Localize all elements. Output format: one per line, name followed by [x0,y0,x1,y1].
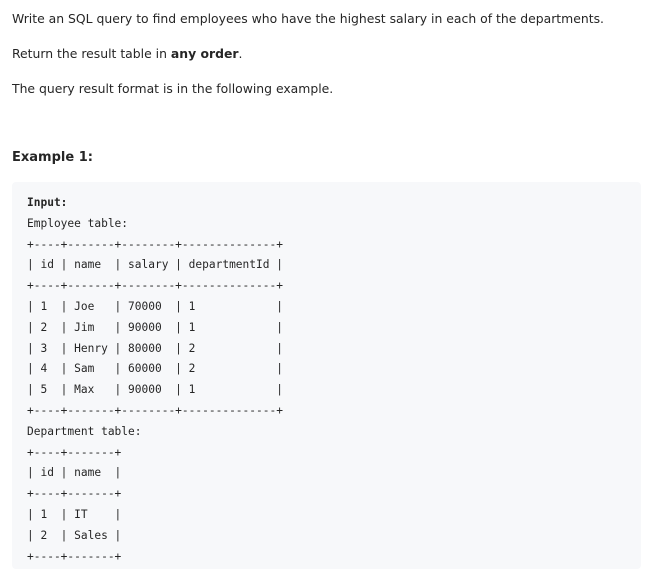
employee-table-border-top: +----+-------+--------+--------------+ [27,237,283,251]
example-code: Input: Employee table: +----+-------+-----… [27,193,283,567]
department-table-row: | 2 | Sales | [27,528,122,542]
department-table-title: Department table: [27,424,142,438]
employee-table-row: | 1 | Joe | 70000 | 1 | [27,299,283,313]
department-table-border-bottom: +----+-------+ [27,549,122,563]
department-table-row: | 1 | IT | [27,507,122,521]
employee-table-row: | 2 | Jim | 90000 | 1 | [27,320,283,334]
department-table-border-top: +----+-------+ [27,445,122,459]
employee-table-title: Employee table: [27,216,129,230]
example-heading: Example 1: [12,150,93,165]
format-note-text: The query result format is in the follow… [12,81,334,96]
problem-statement: Write an SQL query to find employees who… [12,10,604,27]
employee-table-row: | 5 | Max | 90000 | 1 | [27,383,283,397]
department-table-border-mid: +----+-------+ [27,487,122,501]
employee-table-header: | id | name | salary | departmentId | [27,258,283,272]
employee-table-border-mid: +----+-------+--------+--------------+ [27,279,283,293]
format-note: The query result format is in the follow… [12,80,333,97]
employee-table-row: | 4 | Sam | 60000 | 2 | [27,362,283,376]
input-label: Input: [27,196,68,209]
department-table-header: | id | name | [27,466,122,480]
employee-table-row: | 3 | Henry | 80000 | 2 | [27,341,283,355]
order-note-prefix: Return the result table in [12,46,171,61]
employee-table-border-bottom: +----+-------+--------+--------------+ [27,403,283,417]
example-code-block: Input: Employee table: +----+-------+-----… [12,182,641,569]
order-note: Return the result table in any order. [12,45,242,62]
problem-statement-text: Write an SQL query to find employees who… [12,11,604,26]
order-note-suffix: . [238,46,243,61]
order-note-emphasis: any order [170,46,239,61]
